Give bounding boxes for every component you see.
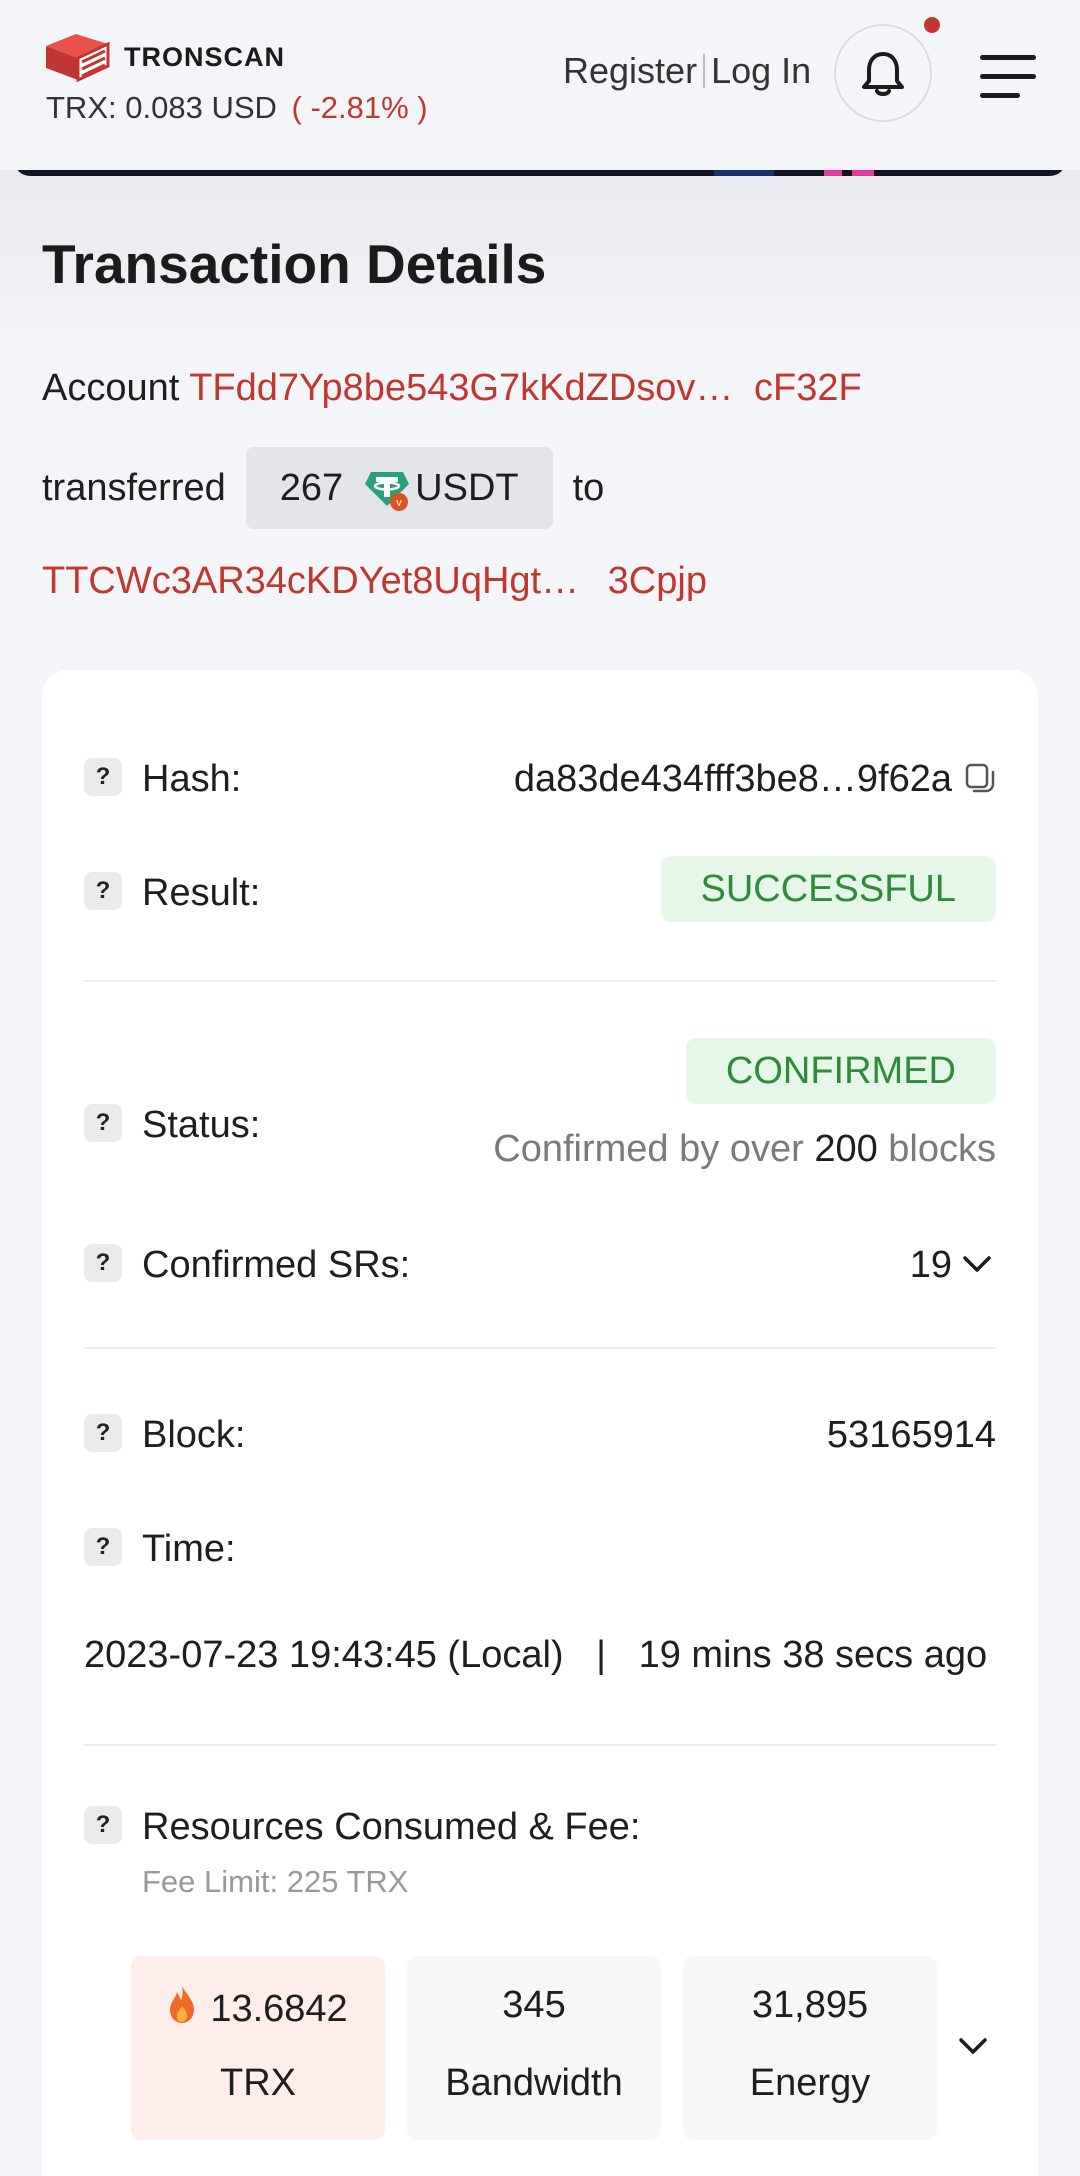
block-row: ? Block: 53165914 [84,1408,996,1468]
result-row: ? Result: SUCCESSFUL [84,856,996,926]
confirmed-srs-label: Confirmed SRs: [142,1244,411,1286]
to-label: to [572,466,605,509]
price-change: ( -2.81% ) [291,90,428,125]
svg-text:v: v [396,497,402,509]
help-icon[interactable]: ? [84,1528,122,1566]
notification-dot [924,17,940,33]
time-row: ? Time: [84,1522,996,1582]
fee-trx-value: 13.6842 [210,1987,348,2030]
bandwidth-value: 345 [502,1984,566,2026]
divider [84,1744,996,1746]
hash-row: ? Hash: da83de434fff3be8…9f62a [84,750,996,810]
fee-trx-unit: TRX [220,2062,296,2104]
confirmed-by-prefix: Confirmed by over [493,1128,804,1170]
notifications-button[interactable] [834,24,932,122]
energy-unit: Energy [749,2062,871,2104]
confirmed-srs-value[interactable]: 19 [910,1244,952,1287]
status-label: Status: [142,1104,261,1146]
summary-transfer-line: transferred 267 v USDT to [42,447,604,529]
chevron-down-icon[interactable] [962,1254,992,1279]
confirmed-by-text: Confirmed by over 200 blocks [493,1128,996,1171]
help-icon[interactable]: ? [84,1244,122,1282]
auth-divider [703,54,706,88]
help-icon[interactable]: ? [84,872,122,910]
energy-value: 31,895 [751,1984,869,2026]
auth-links: Register Log In [563,50,811,92]
result-label: Result: [142,872,261,914]
status-row: ? Status: CONFIRMED Confirmed by over 20… [84,1036,996,1176]
menu-icon[interactable] [978,55,1036,99]
fee-trx-box: 13.6842 TRX [131,1956,385,2140]
register-link[interactable]: Register [563,50,697,92]
summary-recipient-line: TTCWc3AR34cKDYet8UqHgt… 3Cpjp [42,560,707,603]
divider [84,1347,996,1349]
energy-box: 31,895 Energy [683,1956,937,2140]
time-label: Time: [142,1528,236,1570]
from-address-tail[interactable]: cF32F [754,367,862,409]
price-label: TRX: [46,90,117,125]
block-number[interactable]: 53165914 [827,1414,996,1457]
resources-expand-chevron-icon[interactable] [958,2036,988,2061]
account-label: Account [42,367,180,409]
time-ago: 19 mins 38 secs ago [638,1634,988,1676]
tronscan-logo[interactable]: TRONSCAN [42,28,285,82]
usdt-token-icon: v [363,464,411,512]
login-link[interactable]: Log In [711,50,811,92]
confirmed-srs-row: ? Confirmed SRs: 19 [84,1238,996,1298]
fire-icon [168,1984,196,2034]
copy-icon[interactable] [964,762,996,801]
result-badge: SUCCESSFUL [660,856,996,922]
token-amount: 267 [279,466,344,509]
price-unit: USD [211,90,277,125]
hash-label: Hash: [142,758,242,800]
bell-icon [862,52,904,96]
page-title: Transaction Details [42,233,547,295]
summary-account-line: Account TFdd7Yp8be543G7kKdZDsov… cF32F [42,367,862,410]
top-header: TRONSCAN TRX: 0.083 USD ( -2.81% ) Regis… [0,0,1080,170]
trx-price: TRX: 0.083 USD ( -2.81% ) [46,90,428,126]
to-address-tail[interactable]: 3Cpjp [608,560,707,602]
from-address-link[interactable]: TFdd7Yp8be543G7kKdZDsov… [189,367,733,409]
time-value-row: 2023-07-23 19:43:45 (Local) | 19 mins 38… [84,1634,996,1694]
price-value: 0.083 [125,90,203,125]
to-address-link[interactable]: TTCWc3AR34cKDYet8UqHgt… [42,560,579,602]
resources-row: ? Resources Consumed & Fee: [84,1800,996,1860]
status-badge: CONFIRMED [685,1038,996,1104]
help-icon[interactable]: ? [84,1104,122,1142]
token-symbol: USDT [415,466,519,509]
resources-label: Resources Consumed & Fee: [142,1806,641,1848]
confirmed-by-suffix: blocks [888,1128,996,1170]
hash-value: da83de434fff3be8…9f62a [513,758,952,800]
transaction-details-card: ? Hash: da83de434fff3be8…9f62a ? Result:… [42,670,1038,2176]
bandwidth-unit: Bandwidth [445,2062,623,2104]
help-icon[interactable]: ? [84,1414,122,1452]
tronscan-logo-icon [46,34,110,82]
time-separator: | [596,1634,607,1676]
brand-name: TRONSCAN [124,41,285,72]
help-icon[interactable]: ? [84,1806,122,1844]
fee-limit: Fee Limit: 225 TRX [142,1864,409,1899]
confirmed-by-count: 200 [814,1128,878,1170]
block-label: Block: [142,1414,246,1456]
time-value: 2023-07-23 19:43:45 (Local) [84,1634,564,1676]
transferred-label: transferred [42,466,226,509]
divider [84,980,996,982]
bandwidth-box: 345 Bandwidth [407,1956,661,2140]
token-amount-chip[interactable]: 267 v USDT [245,447,553,529]
help-icon[interactable]: ? [84,758,122,796]
